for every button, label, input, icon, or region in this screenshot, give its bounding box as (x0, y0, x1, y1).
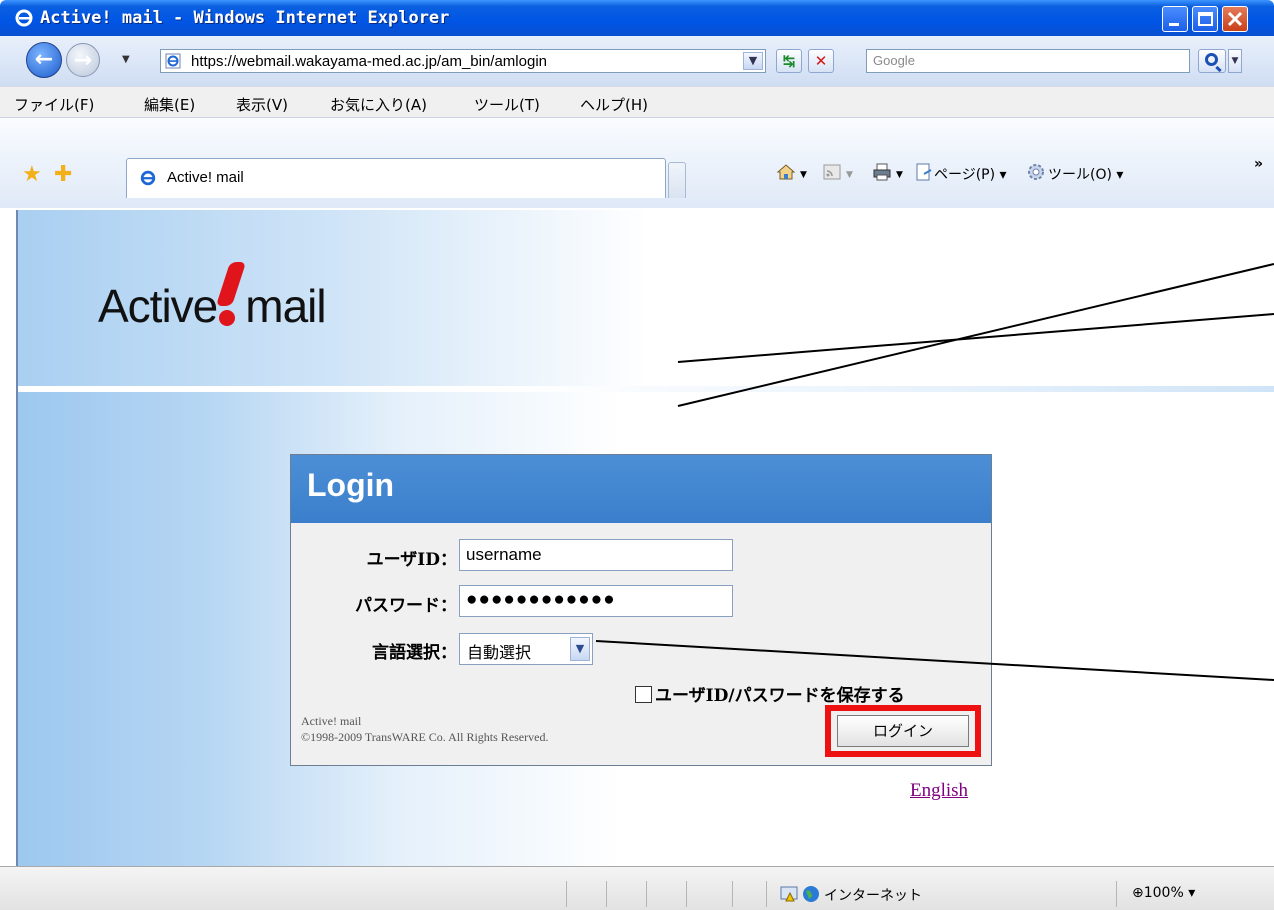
zoom-icon: ⊕ (1132, 885, 1144, 901)
back-button[interactable]: ← (26, 42, 62, 78)
close-button[interactable] (1222, 6, 1248, 32)
ie-tab-icon (140, 170, 156, 186)
menu-bar: ファイル(F) 編集(E) 表示(V) お気に入り(A) ツール(T) ヘルプ(… (0, 86, 1274, 118)
status-separator (766, 881, 767, 907)
history-dropdown-icon[interactable]: ▼ (122, 54, 130, 65)
menu-edit[interactable]: 編集(E) (144, 94, 195, 115)
login-header: Login (291, 455, 991, 523)
security-zone-label: インターネット (824, 888, 922, 904)
close-icon (1227, 11, 1243, 27)
add-favorites-star-icon[interactable]: ✚ (54, 162, 72, 187)
active-mail-logo: Active mail (98, 262, 327, 333)
tab-label: Active! mail (167, 169, 244, 186)
gear-icon[interactable] (1026, 162, 1046, 182)
refresh-icon: ↹ (782, 52, 796, 70)
zoom-value: 100% (1143, 885, 1184, 901)
userid-value: username (466, 545, 542, 564)
userid-label: ユーザID： (366, 550, 457, 570)
ie-logo-icon (15, 9, 33, 27)
menu-favorites[interactable]: お気に入り(A) (330, 94, 427, 115)
status-separator (686, 881, 687, 907)
menu-file[interactable]: ファイル(F) (14, 94, 94, 115)
minimize-button[interactable] (1162, 6, 1188, 32)
page-menu-icon[interactable] (914, 162, 934, 182)
save-credentials-label: ユーザID/パスワードを保存する (655, 686, 905, 706)
tab-active-mail[interactable]: Active! mail (126, 158, 666, 198)
english-link[interactable]: English (910, 780, 968, 802)
menu-view[interactable]: 表示(V) (236, 94, 288, 115)
search-options-dropdown[interactable]: ▼ (1228, 49, 1242, 73)
header-divider (18, 386, 1274, 392)
search-button[interactable] (1198, 49, 1226, 73)
password-value: ●●●●●●●●●●●● (466, 589, 616, 610)
password-input[interactable]: ●●●●●●●●●●●● (459, 585, 733, 617)
home-dropdown-icon[interactable]: ▼ (800, 170, 807, 180)
home-icon[interactable] (776, 162, 796, 182)
protected-mode-icon[interactable] (780, 885, 798, 903)
copyright: Active! mail ©1998-2009 TransWARE Co. Al… (301, 713, 548, 745)
address-dropdown-button[interactable]: ▼ (743, 52, 763, 70)
status-separator (646, 881, 647, 907)
language-select[interactable]: 自動選択 ▼ (459, 633, 593, 665)
search-input[interactable]: Google (866, 49, 1190, 73)
status-bar: インターネット ⊕100% ▾ (0, 866, 1274, 910)
search-icon (1205, 53, 1218, 66)
menu-tools[interactable]: ツール(T) (474, 94, 540, 115)
status-separator (606, 881, 607, 907)
status-separator (732, 881, 733, 907)
logo-text-right: mail (245, 280, 326, 332)
feeds-icon[interactable] (822, 162, 842, 182)
url-text[interactable]: https://webmail.wakayama-med.ac.jp/am_bi… (191, 53, 547, 70)
arrow-right-icon: → (73, 48, 93, 73)
copyright-product: Active! mail (301, 714, 362, 728)
address-toolbar: ← → ▼ https://webmail.wakayama-med.ac.jp… (0, 36, 1274, 86)
forward-button[interactable]: → (66, 43, 100, 77)
maximize-button[interactable] (1192, 6, 1218, 32)
menu-help[interactable]: ヘルプ(H) (580, 94, 648, 115)
logo-text-left: Active (98, 280, 218, 332)
userid-input[interactable]: username (459, 539, 733, 571)
window-title-bar[interactable]: Active! mail - Windows Internet Explorer (0, 0, 1274, 36)
login-title: Login (307, 467, 395, 503)
tools-menu[interactable]: ツール(O) ▾ (1048, 164, 1123, 184)
language-value: 自動選択 (467, 643, 532, 662)
window-title: Active! mail - Windows Internet Explorer (40, 8, 450, 28)
tab-toolbar: ★ ✚ Active! mail ▼ ▼ ▼ ページ(P) ▾ ツール(O) ▾… (0, 118, 1274, 208)
login-button[interactable]: ログイン (837, 715, 969, 747)
search-placeholder: Google (873, 53, 915, 68)
zoom-level[interactable]: ⊕100% ▾ (1132, 885, 1195, 901)
stop-icon: ✕ (814, 52, 828, 70)
globe-icon (803, 886, 819, 902)
print-icon[interactable] (872, 162, 892, 182)
save-credentials-checkbox[interactable]: ユーザID/パスワードを保存する (635, 681, 905, 706)
feeds-dropdown-icon[interactable]: ▼ (846, 170, 853, 180)
copyright-notice: ©1998-2009 TransWARE Co. All Rights Rese… (301, 730, 549, 744)
page-menu-label: ページ(P) (934, 167, 996, 183)
checkbox-box[interactable] (635, 686, 652, 703)
status-separator (1116, 881, 1117, 907)
stop-button[interactable]: ✕ (808, 49, 834, 73)
login-panel: Login ユーザID： username パスワード： ●●●●●●●●●●●… (290, 454, 992, 766)
ie-page-icon (165, 53, 181, 69)
favorites-center-star-icon[interactable]: ★ (22, 162, 42, 187)
page-content: Active mail Login ユーザID： username パスワード： … (16, 210, 1274, 866)
print-dropdown-icon[interactable]: ▼ (896, 170, 903, 180)
address-bar[interactable]: https://webmail.wakayama-med.ac.jp/am_bi… (160, 49, 766, 73)
status-separator (566, 881, 567, 907)
login-button-highlight: ログイン (825, 705, 981, 757)
language-label: 言語選択： (372, 643, 457, 663)
toolbar-overflow-chevron-icon[interactable]: » (1254, 156, 1263, 172)
chevron-down-icon[interactable]: ▼ (570, 637, 590, 661)
refresh-button[interactable]: ↹ (776, 49, 802, 73)
password-label: パスワード： (355, 596, 457, 616)
arrow-left-icon: ← (34, 47, 54, 72)
logo-exclamation-icon (216, 262, 247, 332)
tools-menu-label: ツール(O) (1048, 167, 1112, 183)
page-menu[interactable]: ページ(P) ▾ (934, 164, 1007, 184)
new-tab-button[interactable] (668, 162, 686, 198)
